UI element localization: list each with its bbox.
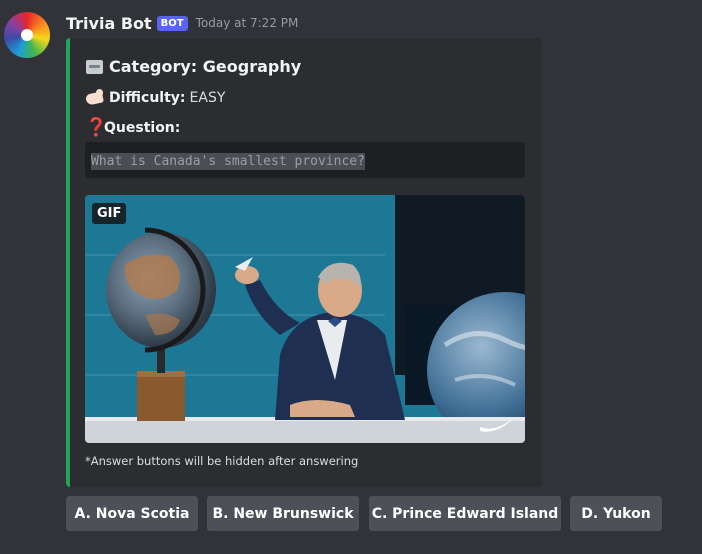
question-mark-icon: ❓ (85, 117, 108, 138)
bot-badge: BOT (156, 15, 188, 31)
difficulty-value: EASY (189, 89, 226, 106)
answer-button-d[interactable]: D. Yukon (570, 496, 662, 531)
bot-message: Trivia Bot BOT Today at 7:22 PM Category… (0, 0, 702, 554)
question-text: What is Canada's smallest province? (91, 153, 365, 170)
difficulty-label: Difficulty: (109, 89, 186, 106)
bot-avatar[interactable] (4, 12, 50, 58)
difficulty-field: Difficulty: EASY (85, 88, 225, 107)
gif-scene-illustration (85, 195, 525, 443)
card-file-box-icon (85, 57, 104, 76)
category-title: Category: Geography (85, 57, 301, 76)
answer-button-b[interactable]: B. New Brunswick (207, 496, 359, 531)
embed-footer: *Answer buttons will be hidden after ans… (85, 454, 359, 468)
trivia-embed: Category: Geography Difficulty: EASY ❓ Q… (66, 38, 542, 487)
flexed-biceps-icon (85, 88, 104, 107)
gif-badge: GIF (92, 203, 127, 224)
question-code-block: What is Canada's smallest province? (85, 142, 525, 178)
gif-image[interactable]: GIF (85, 195, 525, 443)
username[interactable]: Trivia Bot (66, 14, 152, 33)
category-text: Category: Geography (109, 57, 302, 76)
timestamp: Today at 7:22 PM (195, 16, 299, 30)
question-field: ❓ Question: (85, 118, 184, 137)
answer-button-c[interactable]: C. Prince Edward Island (369, 496, 561, 531)
message-header: Trivia Bot BOT Today at 7:22 PM (66, 13, 298, 33)
question-label: Question: (104, 119, 181, 136)
answer-button-a[interactable]: A. Nova Scotia (66, 496, 198, 531)
